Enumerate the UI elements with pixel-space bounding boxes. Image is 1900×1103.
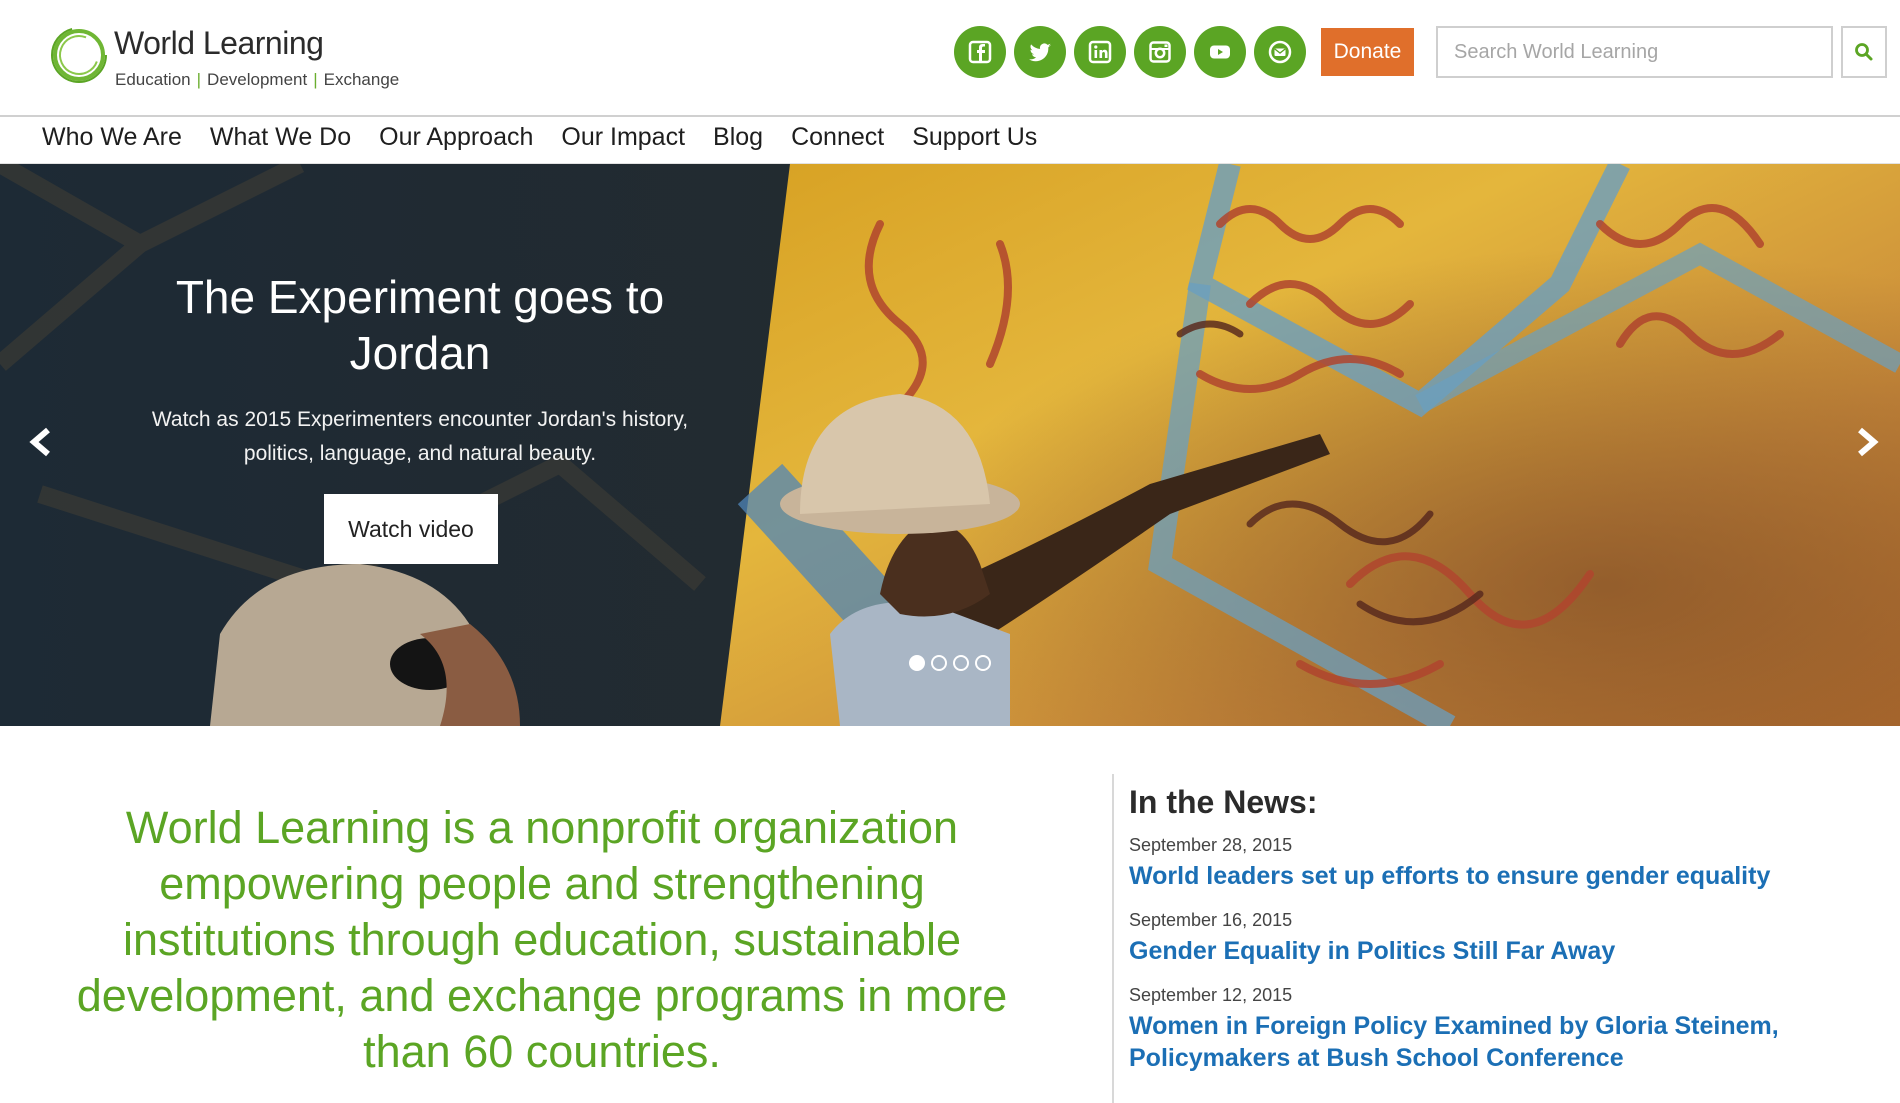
news-link[interactable]: Gender Equality in Politics Still Far Aw… (1129, 935, 1869, 967)
column-divider (1112, 774, 1114, 1103)
carousel-indicators (909, 655, 991, 671)
twitter-button[interactable] (1014, 26, 1066, 78)
watch-video-button[interactable]: Watch video (324, 494, 498, 564)
facebook-button[interactable] (954, 26, 1006, 78)
logo[interactable]: World Learning Education | Development | Exc… (48, 24, 448, 94)
carousel-dot[interactable] (931, 655, 947, 671)
hero-caption: The Experiment goes to Jordan Watch as 2… (120, 269, 720, 471)
twitter-icon (1029, 43, 1051, 62)
facebook-icon (968, 40, 992, 64)
search-input[interactable] (1438, 28, 1831, 76)
hero-subtitle: Watch as 2015 Experimenters encounter Jo… (151, 408, 689, 465)
nav-item-who-we-are[interactable]: Who We Are (42, 123, 182, 152)
news-item: September 12, 2015 Women in Foreign Poli… (1129, 985, 1869, 1074)
news-item: September 16, 2015 Gender Equality in Po… (1129, 910, 1869, 967)
nav-item-connect[interactable]: Connect (791, 123, 884, 152)
tagline-exchange: Exchange (323, 70, 400, 89)
carousel-next-arrow-icon[interactable] (1846, 422, 1886, 462)
news-link[interactable]: World leaders set up efforts to ensure g… (1129, 860, 1869, 892)
youtube-button[interactable] (1194, 26, 1246, 78)
news-link[interactable]: Women in Foreign Policy Examined by Glor… (1129, 1010, 1869, 1074)
nav-item-support-us[interactable]: Support Us (912, 123, 1037, 152)
nav-item-our-approach[interactable]: Our Approach (379, 123, 533, 152)
news-panel: In the News: September 28, 2015 World le… (1129, 784, 1869, 1092)
tagline-education: Education (115, 70, 191, 89)
email-button[interactable] (1254, 26, 1306, 78)
logo-tagline: Education | Development | Exchange (115, 70, 399, 90)
tagline-separator: | (313, 70, 318, 89)
news-date: September 12, 2015 (1129, 985, 1293, 1005)
email-icon (1268, 40, 1292, 64)
linkedin-icon (1088, 40, 1112, 64)
carousel-dot[interactable] (975, 655, 991, 671)
logo-ring-icon (51, 27, 107, 83)
tagline-separator: | (196, 70, 202, 89)
carousel-dot[interactable] (909, 655, 925, 671)
social-links (954, 26, 1306, 78)
donate-button[interactable]: Donate (1321, 28, 1414, 76)
nav-item-our-impact[interactable]: Our Impact (561, 123, 685, 152)
main-nav: Who We Are What We Do Our Approach Our I… (0, 117, 1900, 164)
instagram-icon (1149, 41, 1171, 63)
search-button[interactable] (1841, 26, 1887, 78)
instagram-button[interactable] (1134, 26, 1186, 78)
news-date: September 16, 2015 (1129, 910, 1293, 930)
youtube-icon (1210, 45, 1230, 59)
carousel-dot[interactable] (953, 655, 969, 671)
nav-item-what-we-do[interactable]: What We Do (210, 123, 351, 152)
hero-title: The Experiment goes to Jordan (175, 271, 665, 379)
nav-item-blog[interactable]: Blog (713, 123, 763, 152)
site-header: World Learning Education | Development | Exc… (0, 0, 1900, 117)
logo-name: World Learning (114, 25, 324, 61)
mission-statement: World Learning is a nonprofit organizati… (76, 802, 1008, 1077)
news-heading: In the News: (1129, 784, 1318, 820)
linkedin-button[interactable] (1074, 26, 1126, 78)
search-icon (1855, 43, 1873, 61)
carousel-prev-arrow-icon[interactable] (22, 422, 62, 462)
search-field (1436, 26, 1833, 78)
nav-list: Who We Are What We Do Our Approach Our I… (42, 123, 1065, 152)
hero-carousel: The Experiment goes to Jordan Watch as 2… (0, 164, 1900, 726)
tagline-development: Development (207, 70, 308, 89)
news-item: September 28, 2015 World leaders set up … (1129, 835, 1869, 892)
news-date: September 28, 2015 (1129, 835, 1293, 855)
